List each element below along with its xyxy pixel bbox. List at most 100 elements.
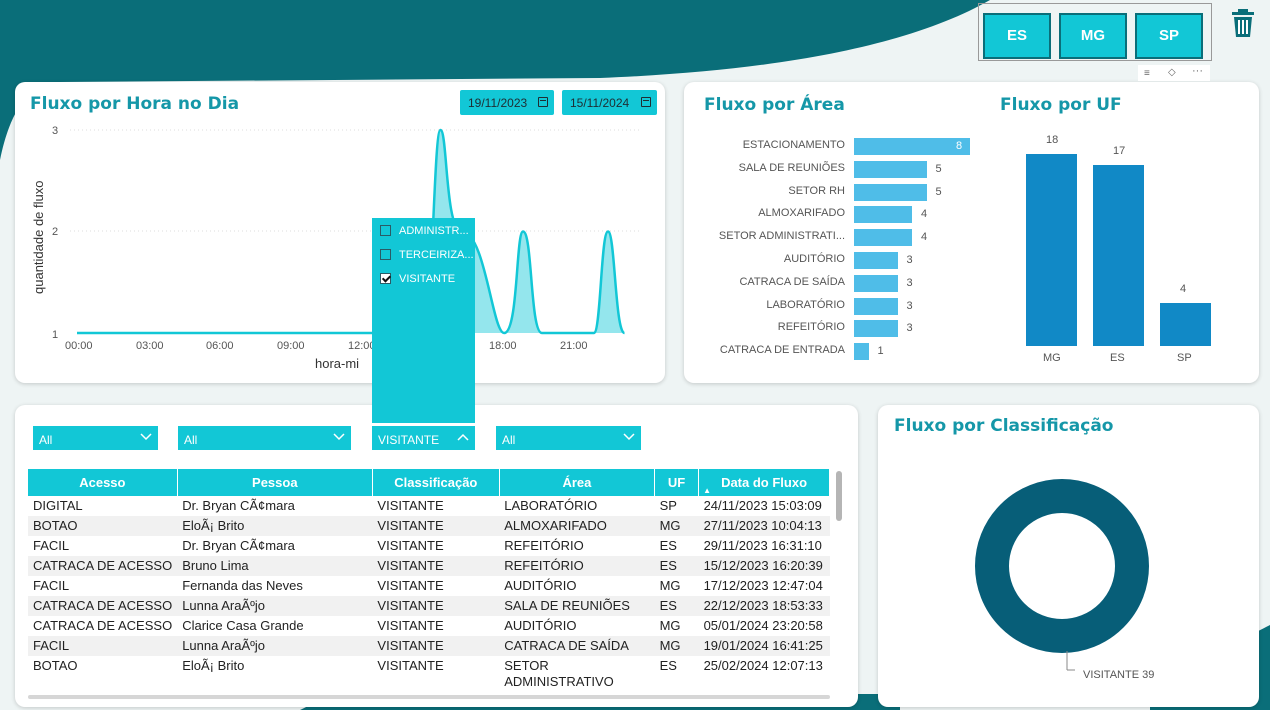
x-tick: 03:00 [136, 340, 164, 352]
uf-button-mg[interactable]: MG [1059, 13, 1127, 59]
uf-bar-value: 18 [1046, 134, 1059, 146]
fluxo-uf-chart: 18 MG 17 ES 4 SP [684, 82, 1259, 383]
col-header-uf[interactable]: UF [654, 469, 700, 496]
table-row[interactable]: CATRACA DE ACESSO Lunna AraÃºjo VISITANTE S… [28, 596, 830, 616]
option-administrativo[interactable]: ADMINISTR... [380, 225, 469, 237]
chevron-down-icon [623, 433, 635, 441]
fluxo-classificacao-card: Fluxo por Classificação VISITANTE 39 [878, 405, 1259, 707]
table-cell: FACIL [33, 538, 70, 553]
table-cell: VISITANTE [372, 556, 500, 576]
table-row[interactable]: CATRACA DE ACESSO Bruno Lima VISITANTE REFE… [28, 556, 830, 576]
filter-acesso-dropdown[interactable]: All [33, 426, 158, 450]
table-cell: Dr. Bryan CÃ¢mara [182, 498, 295, 513]
option-label: VISITANTE [399, 273, 456, 285]
chevron-down-icon [333, 433, 345, 441]
filter-classificacao-dropdown[interactable]: VISITANTE [372, 426, 475, 450]
chevron-down-icon [140, 433, 152, 441]
table-row[interactable]: BOTAO EloÃ¡ Brito VISITANTE SETOR ADMINISTR… [28, 656, 830, 690]
table-cell: Bruno Lima [177, 556, 373, 576]
uf-bar-value: 4 [1180, 283, 1187, 296]
col-header-acesso[interactable]: Acesso [28, 469, 178, 496]
scrollbar[interactable] [836, 471, 842, 521]
table-cell: VISITANTE [372, 516, 500, 536]
filter-area-dropdown[interactable]: All [496, 426, 641, 450]
filter-pessoa-dropdown[interactable]: All [178, 426, 351, 450]
table-cell: 25/02/2024 12:07:13 [703, 658, 823, 673]
col-header-data-label: Data do Fluxo [721, 475, 808, 490]
option-visitante[interactable]: VISITANTE [380, 273, 455, 285]
y-tick-2: 2 [52, 226, 58, 238]
checkbox-checked-icon [380, 273, 391, 284]
uf-bar[interactable] [1093, 164, 1144, 346]
eraser-icon[interactable]: ◇ [1168, 67, 1176, 78]
table-cell: SETOR ADMINISTRATIVO [504, 658, 614, 689]
uf-bar[interactable] [1160, 303, 1211, 346]
table-cell: SP [659, 498, 677, 513]
table-cell: 29/11/2023 16:31:10 [703, 538, 822, 553]
x-tick: 09:00 [277, 340, 305, 352]
fluxo-hora-card: Fluxo por Hora no Dia 19/11/2023 15/11/2… [15, 82, 665, 383]
filter-icon[interactable]: ≡ [1144, 68, 1150, 79]
table-cell: VISITANTE [372, 636, 500, 656]
table-cell: 19/01/2024 16:41:25 [698, 636, 830, 656]
table-cell: DIGITAL [33, 498, 83, 513]
table-row[interactable]: FACIL Fernanda das Neves VISITANTE AUDITÓRI… [28, 576, 830, 596]
option-label: TERCEIRIZA... [399, 249, 474, 261]
table-cell: Lunna AraÃºjo [177, 636, 373, 656]
donut-legend-label: VISITANTE 39 [1083, 669, 1154, 681]
table-row[interactable]: FACIL Dr. Bryan CÃ¢mara VISITANTE REFEITÓRI… [28, 536, 830, 556]
table-cell: REFEITÓRIO [499, 556, 655, 576]
col-header-data[interactable]: Data do Fluxo ▲ [698, 469, 830, 496]
data-table: Acesso Pessoa Classificação Área UF Data… [28, 469, 830, 695]
donut-chart: VISITANTE 39 [975, 479, 1154, 681]
option-terceirizado[interactable]: TERCEIRIZA... [380, 249, 474, 261]
table-cell: CATRACA DE ACESSO [33, 618, 173, 633]
table-cell: ES [659, 658, 677, 673]
dropdown-value: All [39, 433, 53, 447]
more-options-icon[interactable]: ··· [1192, 65, 1203, 77]
col-header-area[interactable]: Área [499, 469, 656, 496]
table-cell: CATRACA DE SAÍDA [499, 636, 655, 656]
table-row[interactable]: FACIL Lunna AraÃºjo VISITANTE CATRACA DE SA… [28, 636, 830, 656]
y-axis-title: quantidade de fluxo [31, 181, 46, 294]
dropdown-value: All [502, 433, 516, 447]
uf-bar-label: ES [1110, 352, 1125, 364]
chevron-up-icon [457, 433, 469, 441]
table-cell: ES [654, 596, 699, 616]
table-cell: VISITANTE [377, 618, 444, 633]
table-cell: Clarice Casa Grande [182, 618, 304, 633]
trash-icon[interactable] [1232, 8, 1254, 43]
horizontal-scrollbar[interactable] [28, 695, 830, 699]
col-header-classificacao[interactable]: Classificação [372, 469, 500, 496]
y-tick-3: 3 [52, 125, 58, 137]
table-cell: 27/11/2023 10:04:13 [698, 516, 830, 536]
uf-bar-value: 17 [1113, 144, 1126, 157]
table-cell: MG [659, 618, 681, 633]
table-header-row: Acesso Pessoa Classificação Área UF Data… [28, 469, 830, 496]
visual-header-toolbar: ≡ ◇ ··· [1138, 65, 1210, 81]
x-tick: 18:00 [489, 340, 517, 352]
uf-button-es[interactable]: ES [983, 13, 1051, 59]
table-row[interactable]: CATRACA DE ACESSO Clarice Casa Grande VISI… [28, 616, 830, 636]
uf-slicer: ES MG SP [978, 3, 1212, 61]
x-tick: 06:00 [206, 340, 234, 352]
table-cell: AUDITÓRIO [504, 578, 577, 593]
table-cell: CATRACA DE ACESSO [28, 596, 178, 616]
uf-bar[interactable] [1026, 154, 1077, 346]
fluxo-area-uf-card: Fluxo por Área Fluxo por UF ESTACIONAMEN… [684, 82, 1259, 383]
dropdown-value: VISITANTE [378, 433, 440, 447]
table-cell: CATRACA DE ACESSO [28, 556, 178, 576]
table-cell: Lunna AraÃºjo [177, 596, 373, 616]
option-label: ADMINISTR... [399, 225, 469, 237]
table-cell: 22/12/2023 18:53:33 [698, 596, 830, 616]
col-header-pessoa[interactable]: Pessoa [177, 469, 373, 496]
table-cell: MG [659, 578, 681, 593]
table-cell: REFEITÓRIO [504, 538, 584, 553]
checkbox-icon [380, 249, 391, 260]
table-row[interactable]: DIGITAL Dr. Bryan CÃ¢mara VISITANTE LABORAT… [28, 496, 830, 516]
uf-button-sp[interactable]: SP [1135, 13, 1203, 59]
fluxo-table-card: All All VISITANTE All Acesso Pessoa Clas… [15, 405, 858, 707]
table-row[interactable]: BOTAO EloÃ¡ Brito VISITANTE ALMOXARIFADO MG 2… [28, 516, 830, 536]
table-cell: ES [659, 538, 677, 553]
table-cell: LABORATÓRIO [504, 498, 598, 513]
